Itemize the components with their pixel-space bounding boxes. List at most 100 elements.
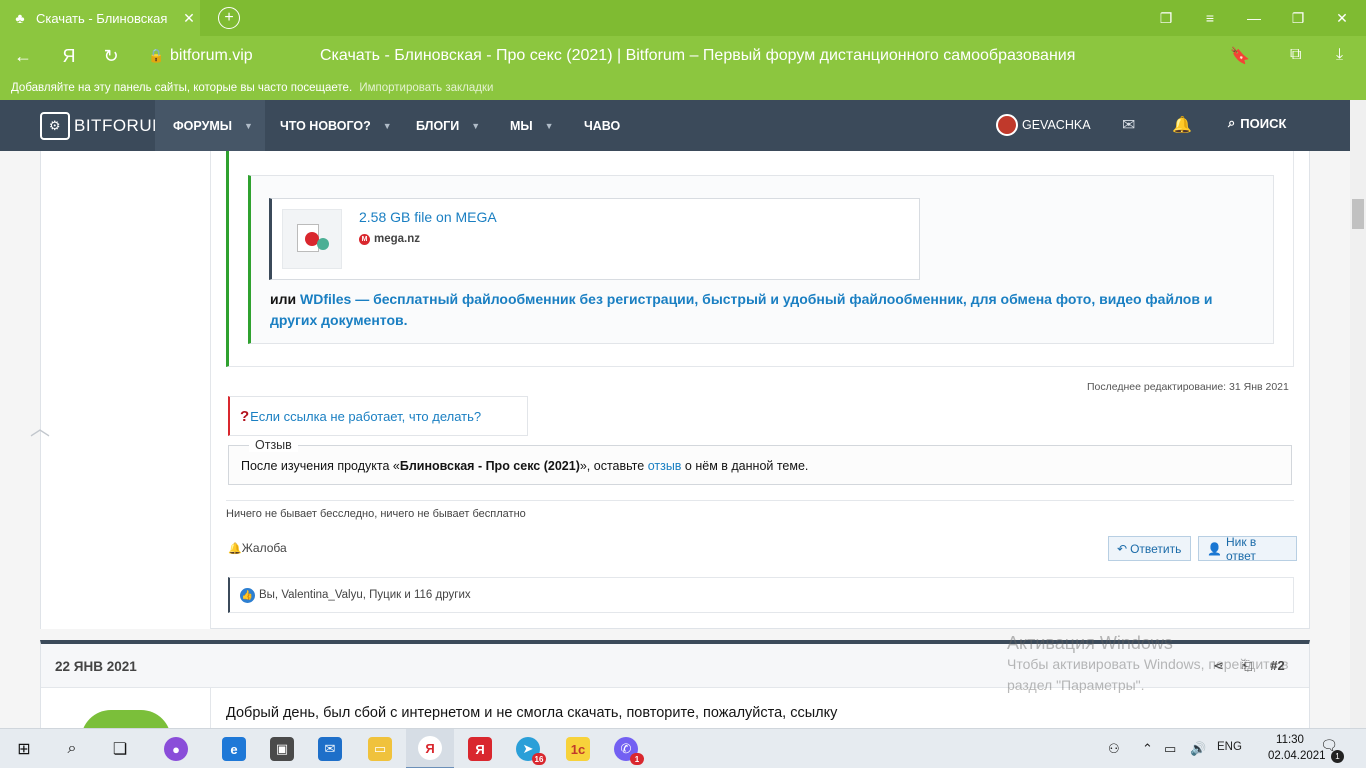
alice-icon[interactable]: ● — [152, 729, 200, 768]
help-box[interactable]: ? Если ссылка не работает, что делать? — [228, 396, 528, 436]
back-arrow-icon[interactable]: ← — [12, 46, 34, 67]
review-product: Блиновская - Про секс (2021) — [399, 459, 580, 473]
mention-button[interactable]: 👤 Ник в ответ — [1198, 534, 1297, 563]
scrollbar-thumb[interactable] — [1352, 199, 1364, 229]
link-preview-site: M mega.nz — [359, 233, 420, 245]
mail-icon[interactable]: ✉ — [1122, 115, 1135, 135]
browser-tab-bar: ♣ Скачать - Блиновская ✕ + ❐ ≡ — ❐ ✕ — [0, 0, 1366, 36]
reload-icon[interactable]: ↻ — [100, 46, 122, 67]
review-link[interactable]: отзыв — [648, 459, 682, 473]
post-date[interactable]: 22 ЯНВ 2021 — [55, 659, 137, 674]
scroll-up-icon[interactable]: ︿ — [30, 412, 50, 441]
bell-outline-icon: 🔔 — [228, 542, 242, 555]
username: GEVACHKA — [1022, 118, 1091, 132]
review-text: После изучения продукта «Блиновская - Пр… — [241, 459, 808, 473]
minimize-button[interactable]: — — [1232, 0, 1276, 36]
close-tab-icon[interactable]: ✕ — [178, 10, 200, 27]
import-bookmarks-link[interactable]: Импортировать закладки — [359, 82, 493, 94]
nav-about[interactable]: МЫ ▼ — [492, 100, 566, 151]
menu-icon[interactable]: ≡ — [1188, 0, 1232, 36]
signature: Ничего не бывает бесследно, ничего не бы… — [226, 500, 1294, 520]
search-icon[interactable]: ⌕ — [48, 729, 96, 768]
taskbar: ⊞ ⌕ ❏ ● e ▣ ✉ ▭ Я Я ➤ 16 1с ✆ 1 ⚇ ⌃ ▭ 🔊 EN… — [0, 728, 1366, 768]
likes-text[interactable]: Вы, Valentina_Valyu, Пуцик и 116 других — [259, 589, 471, 601]
nav-whats-new[interactable]: ЧТО НОВОГО? ▼ — [262, 100, 404, 151]
or-label: или — [270, 291, 300, 307]
download-icon[interactable]: ⤓ — [1336, 46, 1343, 64]
telegram-icon[interactable]: ➤ 16 — [504, 729, 552, 768]
mention-label: Ник в ответ — [1225, 534, 1257, 563]
file-explorer-icon[interactable]: ▭ — [356, 729, 404, 768]
bookmark-icon[interactable]: 🔖 — [1230, 46, 1250, 66]
logo-icon: ⚙ — [40, 112, 70, 140]
nav-label: МЫ — [510, 118, 533, 133]
link-preview-card[interactable]: 2.58 GB file on MEGA M mega.nz — [269, 198, 920, 280]
caret-down-icon[interactable]: ▼ — [383, 121, 392, 131]
bookmarks-bar: Добавляйте на эту панель сайты, которые … — [0, 78, 1366, 100]
review-middle: », оставьте — [579, 459, 648, 473]
restore-button[interactable]: ❐ — [1276, 0, 1320, 36]
report-link[interactable]: 🔔 Жалоба — [228, 541, 287, 555]
network-icon[interactable]: ▭ — [1164, 741, 1176, 757]
yandex-logo-icon[interactable]: Я — [58, 46, 80, 67]
nav-faq[interactable]: ЧАВО — [566, 100, 632, 151]
edge-icon[interactable]: e — [210, 729, 258, 768]
post-user-column — [41, 151, 211, 629]
task-view-icon[interactable]: ❏ — [96, 729, 144, 768]
nav-label: БЛОГИ — [416, 118, 460, 133]
notification-count: 1 — [1331, 750, 1344, 763]
tabs-icon[interactable]: ❐ — [1144, 0, 1188, 36]
nav-label: ЧАВО — [584, 118, 621, 133]
chevron-up-icon[interactable]: ⌃ — [1142, 741, 1153, 757]
close-window-button[interactable]: ✕ — [1320, 0, 1364, 36]
language-indicator[interactable]: ENG — [1217, 741, 1242, 753]
report-label: Жалоба — [241, 541, 287, 555]
reply-button[interactable]: ↶ Ответить — [1108, 536, 1191, 561]
likes-bar[interactable]: 👍 Вы, Valentina_Valyu, Пуцик и 116 други… — [228, 577, 1294, 613]
review-box: Отзыв После изучения продукта «Блиновска… — [228, 438, 1292, 485]
mail-app-icon[interactable]: ✉ — [306, 729, 354, 768]
caret-down-icon[interactable]: ▼ — [471, 121, 480, 131]
new-tab-button[interactable]: + — [218, 7, 240, 29]
nav-label: ЧТО НОВОГО? — [280, 118, 371, 133]
bell-icon[interactable]: 🔔 — [1172, 115, 1192, 135]
yandex-icon[interactable]: Я — [456, 729, 504, 768]
caret-down-icon[interactable]: ▼ — [545, 121, 554, 131]
search-label: ПОИСК — [1240, 115, 1287, 131]
yandex-glyph: Я — [468, 737, 492, 761]
avatar — [996, 114, 1018, 136]
url-host[interactable]: bitforum.vip — [170, 47, 253, 65]
clock-time: 11:30 — [1276, 734, 1304, 746]
page-scrollbar[interactable] — [1350, 100, 1366, 728]
notification-center-icon[interactable]: 🗨 1 — [1318, 737, 1344, 763]
people-icon[interactable]: ⚇ — [1108, 741, 1120, 757]
search-button[interactable]: ⌕ ПОИСК — [1228, 115, 1286, 131]
user-menu[interactable]: GEVACHKA — [996, 114, 1091, 136]
lock-icon[interactable]: 🔒 — [148, 48, 164, 64]
volume-icon[interactable]: 🔊 — [1190, 741, 1206, 757]
browser-tab[interactable]: ♣ Скачать - Блиновская ✕ — [0, 0, 200, 36]
onec-icon[interactable]: 1с — [554, 729, 602, 768]
yandex-browser-icon[interactable]: Я — [406, 729, 454, 768]
collections-icon[interactable]: ⧉ — [1290, 46, 1301, 64]
nav-forums[interactable]: ФОРУМЫ ▼ — [155, 100, 265, 151]
review-prefix: После изучения продукта « — [241, 459, 400, 473]
nav-blogs[interactable]: БЛОГИ ▼ — [398, 100, 492, 151]
question-mark-icon: ? — [240, 407, 250, 425]
caret-down-icon[interactable]: ▼ — [244, 121, 253, 131]
wdfiles-link[interactable]: WDfiles — бесплатный файлообменник без р… — [270, 291, 1212, 328]
link-preview-title[interactable]: 2.58 GB file on MEGA — [359, 209, 497, 225]
store-icon[interactable]: ▣ — [258, 729, 306, 768]
user-icon: 👤 — [1207, 541, 1222, 556]
mega-logo-icon: M — [359, 233, 370, 245]
viber-icon[interactable]: ✆ 1 — [602, 729, 650, 768]
telegram-badge: 16 — [532, 753, 546, 765]
alternative-link-text: или WDfiles — бесплатный файлообменник б… — [270, 289, 1260, 331]
clock[interactable]: 11:30 02.04.2021 — [1268, 732, 1326, 764]
help-link[interactable]: Если ссылка не работает, что делать? — [250, 409, 481, 424]
windows-start-icon[interactable]: ⊞ — [0, 729, 48, 768]
site-logo[interactable]: ⚙ BITFORUM — [40, 112, 167, 140]
windows-activation-watermark: Активация Windows Чтобы активировать Win… — [1007, 633, 1289, 696]
mega-preview-image — [282, 209, 342, 269]
thumbs-up-icon: 👍 — [240, 587, 255, 603]
